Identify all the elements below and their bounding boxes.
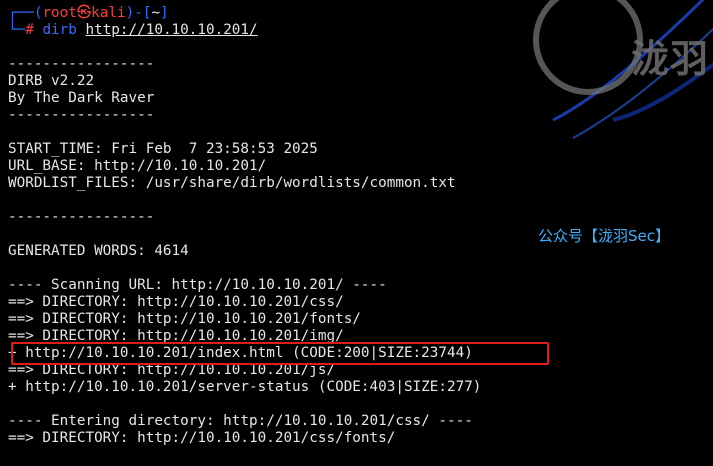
output-line: START_TIME: Fri Feb 7 23:58:53 2025 — [8, 141, 318, 157]
output-line: ---- Entering directory: http://10.10.10… — [8, 413, 473, 429]
prompt-header-line: ┌──(root㉿kali)-[~] — [8, 5, 169, 21]
prompt-host: kali — [91, 5, 126, 21]
highlight-annotation-box — [11, 342, 549, 365]
output-line: ----------------- — [8, 209, 155, 225]
prompt-dir: ~ — [151, 5, 161, 21]
output-line: ==> DIRECTORY: http://10.10.10.201/fonts… — [8, 311, 361, 327]
output-line: ----------------- — [8, 56, 155, 72]
output-line: ----------------- — [8, 107, 155, 123]
command-line[interactable]: └─# dirb http://10.10.10.201/ — [8, 22, 481, 39]
watermark-text: 泷羽 — [630, 37, 709, 81]
wechat-caption: 公众号【泷羽Sec】 — [538, 227, 670, 245]
command-name: dirb — [42, 22, 77, 38]
terminal-output: ┌──(root㉿kali)-[~] └─# dirb http://10.10… — [8, 5, 481, 447]
output-line: By The Dark Raver — [8, 90, 155, 106]
output-line: GENERATED WORDS: 4614 — [8, 243, 189, 259]
output-line: ==> DIRECTORY: http://10.10.10.201/css/ — [8, 294, 344, 310]
prompt-user: root — [42, 5, 77, 21]
prompt-at-symbol: ㉿ — [76, 5, 92, 21]
output-line: WORDLIST_FILES: /usr/share/dirb/wordlist… — [8, 175, 456, 191]
output-line: URL_BASE: http://10.10.10.201/ — [8, 158, 267, 174]
command-argument: http://10.10.10.201/ — [85, 22, 258, 38]
output-line: ---- Scanning URL: http://10.10.10.201/ … — [8, 277, 387, 293]
output-line: + http://10.10.10.201/server-status (COD… — [8, 379, 482, 395]
output-line: ==> DIRECTORY: http://10.10.10.201/css/f… — [8, 430, 396, 446]
prompt-hash: # — [25, 22, 34, 38]
output-line: DIRB v2.22 — [8, 73, 95, 89]
terminal-window[interactable]: 泷羽 ┌──(root㉿kali)-[~] └─# dirb http://10… — [0, 0, 713, 466]
